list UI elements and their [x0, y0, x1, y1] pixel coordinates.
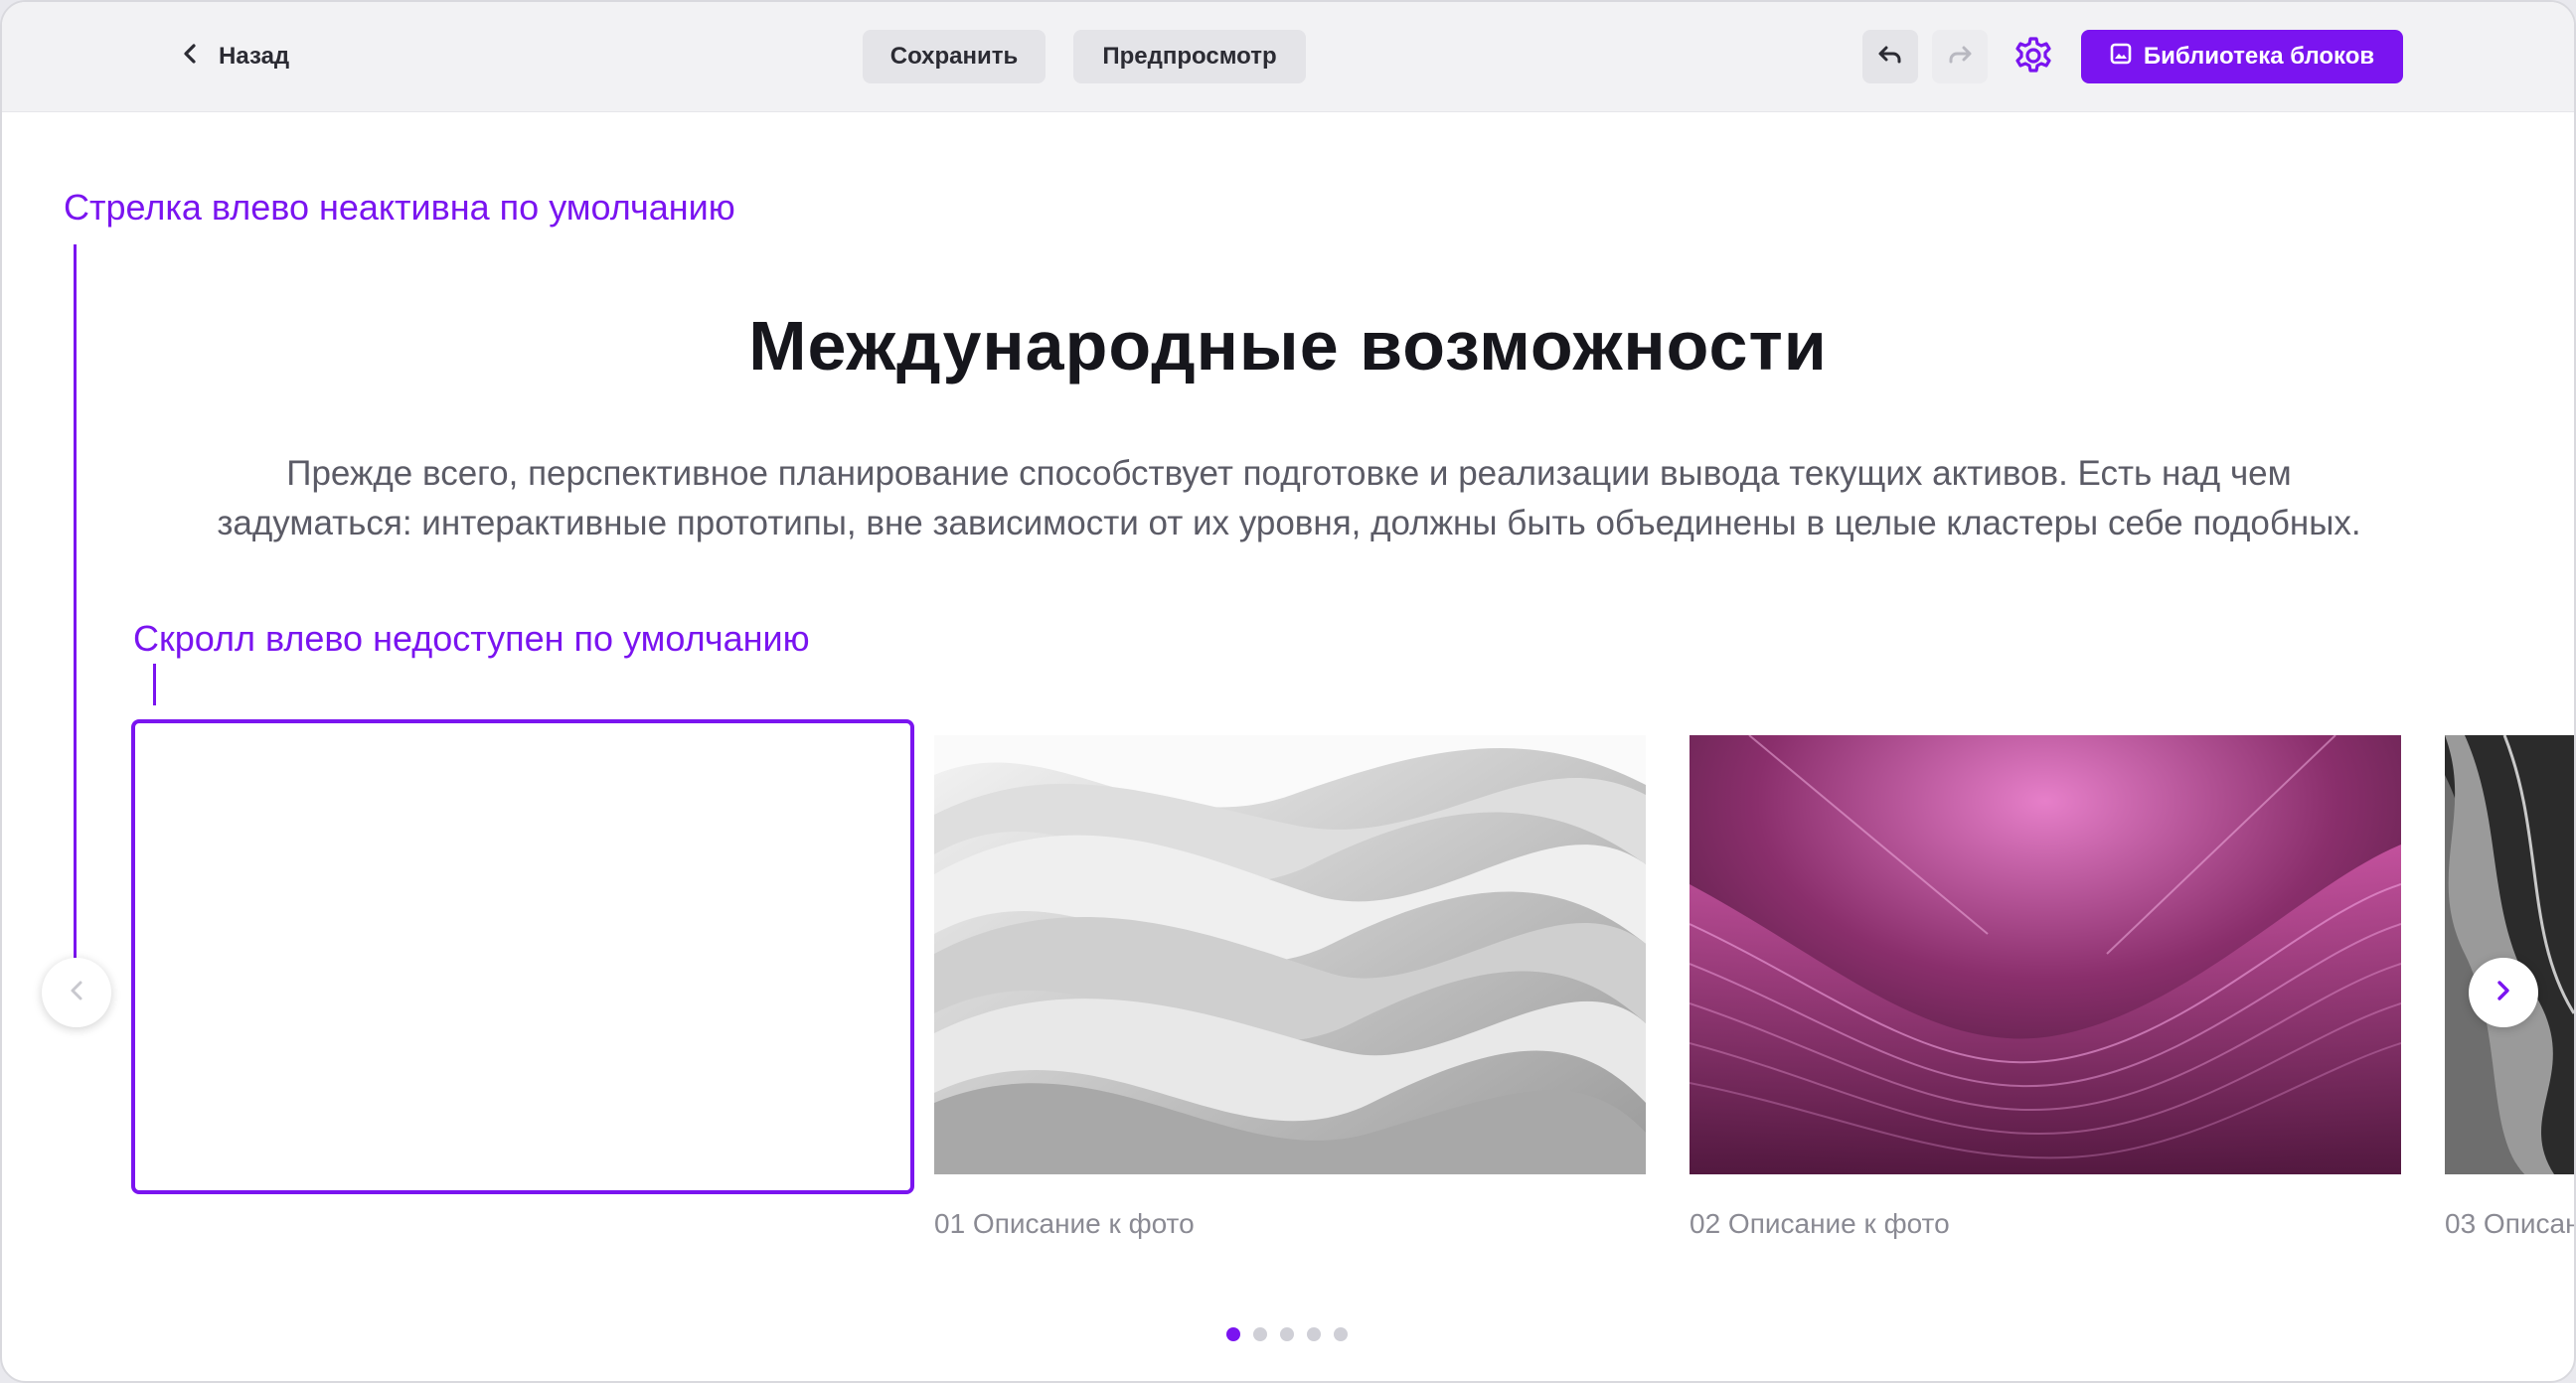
image-icon: [2110, 43, 2132, 72]
carousel-prev-button[interactable]: [42, 958, 111, 1027]
photo-dark-waves: [2445, 735, 2574, 1174]
pagination-dot[interactable]: [1226, 1327, 1240, 1341]
settings-button[interactable]: [2010, 34, 2057, 81]
carousel-next-button[interactable]: [2469, 958, 2538, 1027]
back-label: Назад: [219, 43, 290, 70]
back-button[interactable]: Назад: [181, 32, 289, 81]
annotation-line-scroll: [153, 664, 156, 705]
block-library-button[interactable]: Библиотека блоков: [2081, 30, 2403, 83]
top-toolbar: Назад Сохранить Предпросмотр Библиотека …: [2, 2, 2574, 112]
pagination-dot[interactable]: [1253, 1327, 1267, 1341]
photo-pink-waves: [1690, 735, 2401, 1174]
annotation-scroll: Скролл влево недоступен по умолчанию: [133, 618, 810, 659]
pagination-dot[interactable]: [1280, 1327, 1294, 1341]
chevron-right-icon: [2494, 979, 2513, 1007]
undo-icon: [1877, 44, 1903, 71]
empty-slide-placeholder: [131, 719, 914, 1194]
section-title: Международные возможности: [748, 307, 1828, 384]
pagination-dot[interactable]: [1334, 1327, 1348, 1341]
editor-window: Назад Сохранить Предпросмотр Библиотека …: [0, 0, 2576, 1383]
photo-caption: 02 Описание к фото: [1690, 1208, 1950, 1239]
photo-white-waves: [934, 735, 1646, 1174]
preview-button[interactable]: Предпросмотр: [1073, 30, 1306, 83]
chevron-left-icon: [67, 979, 86, 1007]
chevron-left-icon: [181, 43, 199, 72]
block-library-label: Библиотека блоков: [2143, 43, 2375, 70]
redo-button[interactable]: [1932, 30, 1988, 83]
carousel-card[interactable]: 01 Описание к фото: [934, 735, 1646, 1240]
annotation-left-arrow: Стрелка влево неактивна по умолчанию: [64, 187, 735, 228]
undo-button[interactable]: [1862, 30, 1918, 83]
photo-caption: 03 Описание к фото: [2445, 1208, 2574, 1239]
redo-icon: [1947, 44, 1973, 71]
section-description: Прежде всего, перспективное планирование…: [217, 454, 2361, 542]
carousel-pagination: [1226, 1327, 1348, 1341]
photo-caption: 01 Описание к фото: [934, 1208, 1195, 1239]
gear-icon: [2013, 36, 2053, 80]
save-button[interactable]: Сохранить: [863, 30, 1046, 83]
carousel-card[interactable]: 02 Описание к фото: [1690, 735, 2401, 1240]
pagination-dot[interactable]: [1307, 1327, 1321, 1341]
